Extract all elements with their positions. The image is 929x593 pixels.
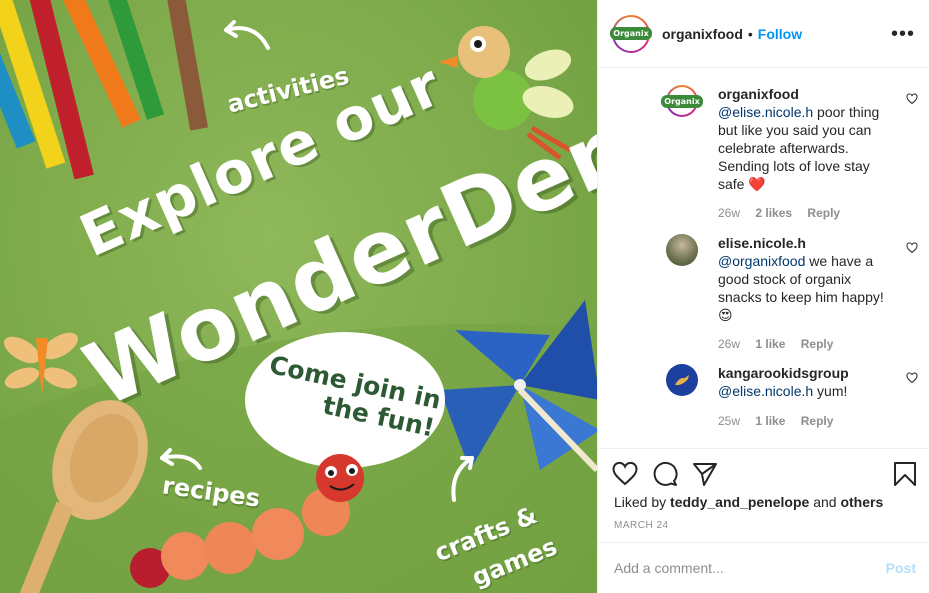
- comment-username[interactable]: kangarookidsgroup: [718, 365, 849, 381]
- comment-meta: 25w 1 like Reply: [718, 414, 845, 428]
- bookmark-icon[interactable]: [892, 461, 918, 487]
- header-separator: •: [747, 25, 753, 42]
- comment-likes[interactable]: 1 like: [755, 337, 785, 351]
- post-image[interactable]: activities Explore our WonderDen! Come j…: [0, 0, 597, 593]
- commenter-avatar[interactable]: [666, 364, 698, 396]
- paper-plane-icon[interactable]: [692, 461, 718, 487]
- post-header: Organix organixfood • Follow •••: [598, 0, 929, 68]
- comment-like-heart-icon[interactable]: [906, 242, 918, 254]
- comment-item: elise.nicole.h @organixfood we have a go…: [666, 234, 918, 354]
- liked-others[interactable]: others: [840, 494, 883, 510]
- comment-item: Organix organixfood @elise.nicole.h poor…: [661, 85, 918, 225]
- comment-item: kangarookidsgroup @elise.nicole.h yum! 2…: [666, 364, 918, 434]
- comment-body: kangarookidsgroup @elise.nicole.h yum!: [718, 364, 898, 400]
- comment-like-heart-icon[interactable]: [906, 372, 918, 384]
- comment-text: yum!: [813, 383, 848, 399]
- post-date[interactable]: MARCH 24: [614, 520, 669, 531]
- comment-likes[interactable]: 2 likes: [755, 206, 792, 220]
- liked-prefix: Liked by: [614, 494, 671, 510]
- logo-text: Organix: [610, 27, 652, 40]
- crayons-illustration: [0, 0, 209, 180]
- comment-likes[interactable]: 1 like: [755, 414, 785, 428]
- follow-button[interactable]: Follow: [758, 26, 802, 42]
- add-comment-section: Post: [598, 542, 929, 593]
- comment-time[interactable]: 25w: [718, 414, 740, 428]
- comment-input[interactable]: [614, 560, 886, 576]
- comment-like-heart-icon[interactable]: [906, 93, 918, 105]
- post-actions: Liked by teddy_and_penelope and others M…: [598, 448, 929, 542]
- commenter-avatar[interactable]: [666, 234, 698, 266]
- post-side-panel: Organix organixfood • Follow ••• Organix…: [597, 0, 929, 593]
- author-username[interactable]: organixfood: [662, 26, 743, 42]
- comment-meta: 26w 2 likes Reply: [718, 206, 852, 220]
- action-icons-row: [612, 461, 918, 487]
- post-comment-button[interactable]: Post: [886, 560, 916, 576]
- liked-mid: and: [809, 494, 841, 510]
- comment-time[interactable]: 26w: [718, 337, 740, 351]
- commenter-avatar[interactable]: Organix: [661, 85, 703, 117]
- logo-text: Organix: [661, 94, 703, 108]
- comment-body: elise.nicole.h @organixfood we have a go…: [718, 234, 898, 324]
- comment-time[interactable]: 26w: [718, 206, 740, 220]
- kangaroo-icon: [675, 375, 689, 385]
- comment-reply-button[interactable]: Reply: [801, 337, 834, 351]
- comment-reply-button[interactable]: Reply: [807, 206, 840, 220]
- carrot-butterfly-illustration: [3, 332, 79, 396]
- comment-reply-button[interactable]: Reply: [801, 414, 834, 428]
- liked-user[interactable]: teddy_and_penelope: [670, 494, 809, 510]
- comment-mention[interactable]: @elise.nicole.h: [718, 383, 813, 399]
- comments-list[interactable]: Organix organixfood @elise.nicole.h poor…: [598, 69, 929, 448]
- comment-mention[interactable]: @elise.nicole.h: [718, 104, 813, 120]
- comment-username[interactable]: elise.nicole.h: [718, 235, 806, 251]
- more-options-icon[interactable]: •••: [891, 24, 915, 44]
- author-avatar[interactable]: Organix: [610, 14, 652, 53]
- comment-body: organixfood @elise.nicole.h poor thing b…: [718, 85, 898, 193]
- organix-logo: Organix: [610, 18, 652, 49]
- comment-meta: 26w 1 like Reply: [718, 337, 845, 351]
- liked-by-text: Liked by teddy_and_penelope and others: [614, 494, 883, 510]
- comment-icon[interactable]: [652, 461, 678, 487]
- heart-icon[interactable]: [612, 461, 638, 487]
- comment-mention[interactable]: @organixfood: [718, 253, 805, 269]
- comment-username[interactable]: organixfood: [718, 86, 799, 102]
